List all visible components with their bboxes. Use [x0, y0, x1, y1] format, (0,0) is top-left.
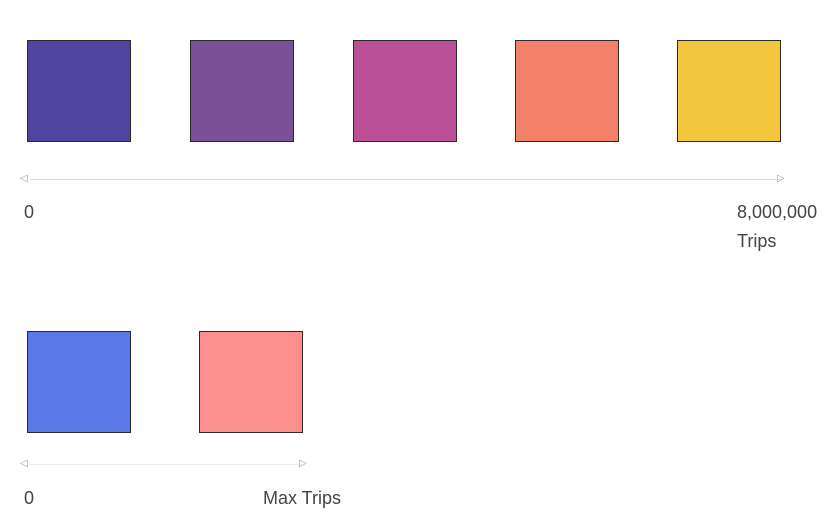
- right-arrow-icon: ▷: [777, 173, 785, 184]
- scale-axis-line: [30, 179, 780, 180]
- color-swatch-low: [27, 331, 131, 433]
- color-swatch-3: [353, 40, 457, 142]
- left-arrow-icon-bottom: ◁: [20, 458, 28, 469]
- color-swatch-5: [677, 40, 781, 142]
- scale-max-label-bottom: Max Trips: [263, 488, 342, 508]
- scale-min-label: 0: [24, 202, 35, 222]
- scale-min-label-bottom: 0: [24, 488, 35, 508]
- scale-axis-line-bottom: [30, 464, 302, 465]
- color-swatch-high: [199, 331, 303, 433]
- scale-unit-label: Trips: [737, 231, 777, 251]
- color-swatch-1: [27, 40, 131, 142]
- color-swatch-4: [515, 40, 619, 142]
- scale-max-label: 8,000,000: [737, 202, 818, 222]
- left-arrow-icon: ◁: [20, 173, 28, 184]
- color-swatch-2: [190, 40, 294, 142]
- right-arrow-icon-bottom: ▷: [299, 458, 307, 469]
